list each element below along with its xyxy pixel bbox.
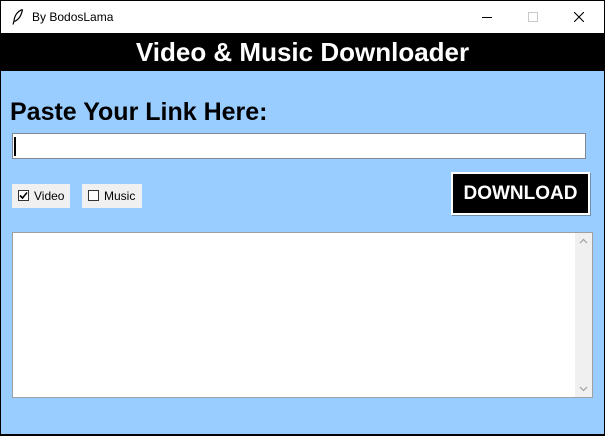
close-button[interactable] xyxy=(556,1,602,33)
window-title: By BodosLama xyxy=(32,10,114,24)
link-prompt-label: Paste Your Link Here: xyxy=(10,98,268,126)
maximize-button[interactable] xyxy=(510,1,556,33)
text-caret xyxy=(14,137,16,156)
scroll-down-icon[interactable] xyxy=(579,384,588,393)
url-input[interactable] xyxy=(12,133,586,159)
video-checkbox-box[interactable] xyxy=(18,190,29,201)
output-textarea[interactable] xyxy=(12,232,593,398)
app-header: Video & Music Downloader xyxy=(1,33,604,71)
minimize-icon xyxy=(482,17,492,18)
minimize-button[interactable] xyxy=(464,1,510,33)
checkmark-icon xyxy=(19,191,28,200)
feather-icon xyxy=(12,8,24,25)
scroll-up-icon[interactable] xyxy=(579,237,588,246)
window-titlebar[interactable]: By BodosLama xyxy=(1,1,604,33)
app-title: Video & Music Downloader xyxy=(135,37,470,67)
video-checkbox-label: Video xyxy=(34,189,65,203)
video-checkbox[interactable]: Video xyxy=(12,184,70,208)
download-button[interactable]: DOWNLOAD xyxy=(451,172,590,215)
vertical-scrollbar[interactable] xyxy=(575,233,592,397)
maximize-icon xyxy=(528,12,538,22)
music-checkbox-label: Music xyxy=(104,189,136,203)
music-checkbox-box[interactable] xyxy=(88,190,99,201)
music-checkbox[interactable]: Music xyxy=(82,184,142,208)
app-window-body: Video & Music Downloader Paste Your Link… xyxy=(1,33,604,434)
close-icon xyxy=(574,12,584,22)
